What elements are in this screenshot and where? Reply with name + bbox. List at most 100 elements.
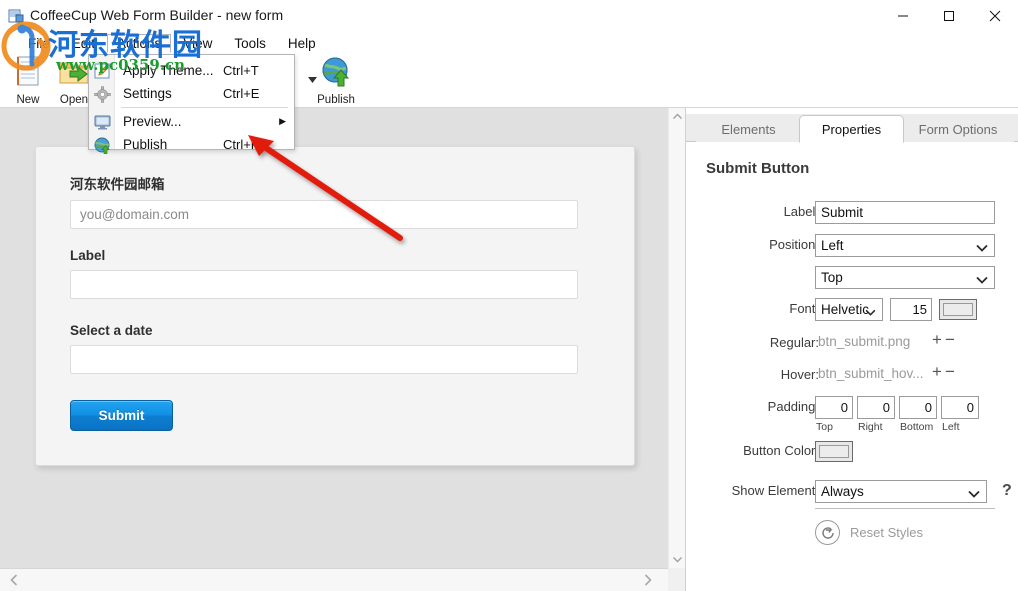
menu-tools[interactable]: Tools [224,34,276,53]
globe-publish-icon [320,56,352,93]
menu-item-settings[interactable]: Settings Ctrl+E [89,82,294,105]
property-row-padding: Padding: 0 Top 0 Right 0 Bottom 0 Left [686,396,1018,440]
vertical-position-select-value: Top [821,270,843,285]
form-submit-button[interactable]: Submit [70,400,173,431]
form-field-date-label: Select a date [70,323,153,338]
padding-right-input[interactable]: 0 [857,396,895,419]
tab-properties[interactable]: Properties [799,115,904,143]
window-controls [880,0,1018,32]
padding-bottom-input[interactable]: 0 [899,396,937,419]
minus-icon[interactable]: − [945,362,958,381]
form-field-label[interactable]: Label [70,248,578,299]
tab-form-options[interactable]: Form Options [902,116,1014,142]
plus-icon[interactable]: + [932,330,945,349]
menu-item-publish[interactable]: Publish Ctrl+P [89,133,294,156]
chevron-down-icon [865,303,876,320]
padding-caption: Padding: [767,399,819,414]
scroll-up-arrow-icon[interactable] [669,108,686,125]
toolbar-publish-button[interactable]: Publish [310,56,362,106]
regular-caption: Regular: [769,335,819,350]
menu-item-preview[interactable]: Preview... ▶ [89,110,294,133]
toolbar-new-button[interactable]: New [2,56,54,106]
plus-icon[interactable]: + [932,362,945,381]
font-size-input[interactable]: 15 [890,298,932,321]
canvas-horizontal-scrollbar[interactable] [0,568,668,591]
menu-view[interactable]: View [173,34,222,53]
reset-styles-button[interactable]: Reset Styles [815,520,923,545]
menu-item-apply-theme[interactable]: Apply Theme... Ctrl+T [89,59,294,82]
scroll-down-arrow-icon[interactable] [669,551,686,568]
globe-publish-icon [93,136,111,154]
open-folder-icon [58,56,90,93]
chevron-down-icon [976,271,988,292]
padding-bottom-caption: Bottom [900,421,934,433]
menu-item-settings-label: Settings [123,86,172,101]
tab-elements[interactable]: Elements [696,116,801,142]
form-field-label-input[interactable] [70,270,578,299]
form-field-date-input[interactable] [70,345,578,374]
padding-top-input[interactable]: 0 [815,396,853,419]
form-field-date[interactable]: Select a date [70,323,578,374]
show-element-value: Always [821,484,864,499]
button-color-swatch[interactable] [815,441,853,462]
chevron-down-icon [968,485,980,506]
scroll-left-arrow-icon[interactable] [4,569,24,591]
title-bar: CoffeeCup Web Form Builder - new form [0,0,1018,32]
panel-tabstrip: Elements Properties Form Options [686,114,1018,143]
panel-divider [815,508,995,509]
hover-caption: Hover: [780,367,819,382]
menu-edit[interactable]: Edit [62,34,105,53]
canvas-vertical-scrollbar[interactable] [668,108,685,568]
property-row-label: Label: Submit [686,201,1018,227]
menu-item-preview-label: Preview... [123,114,182,129]
new-document-icon [13,56,43,93]
menu-item-apply-theme-accel: Ctrl+T [223,63,259,78]
padding-left-input[interactable]: 0 [941,396,979,419]
form-field-email[interactable]: 河东软件园邮箱 you@domain.com [70,173,578,229]
show-element-select[interactable]: Always [815,480,987,503]
menu-bar: File Edit Actions View Tools Help [0,32,1018,54]
maximize-button[interactable] [926,0,972,32]
property-row-vertical-position: Top [686,266,1018,292]
menu-file[interactable]: File [18,34,60,53]
property-row-show-element: Show Element: Always ? [686,480,1018,506]
padding-right-caption: Right [858,421,883,433]
application-window: CoffeeCup Web Form Builder - new form Fi… [0,0,1018,591]
scrollbar-corner [668,568,685,591]
hover-add-remove-icons[interactable]: +− [932,362,958,382]
font-color-swatch-inner [943,303,973,316]
scroll-right-arrow-icon[interactable] [638,569,658,591]
minus-icon[interactable]: − [945,330,958,349]
menu-help[interactable]: Help [278,34,326,53]
close-button[interactable] [972,0,1018,32]
form-canvas[interactable]: 河东软件园邮箱 you@domain.com Label Select a da… [0,108,668,568]
menu-actions[interactable]: Actions [107,33,172,53]
chevron-down-icon [976,239,988,260]
minimize-button[interactable] [880,0,926,32]
toolbar-open-label: Open [59,94,89,106]
property-row-hover: Hover: btn_submit_hov... +− [686,362,1018,390]
gear-icon [93,85,111,103]
monitor-preview-icon [93,113,111,131]
position-select[interactable]: Left [815,234,995,257]
button-color-caption: Button Color: [743,443,819,458]
pencil-theme-icon [93,62,111,80]
vertical-position-select[interactable]: Top [815,266,995,289]
regular-add-remove-icons[interactable]: +− [932,330,958,350]
regular-value: btn_submit.png [818,334,911,349]
font-family-select[interactable]: Helvetic [815,298,883,321]
font-color-swatch[interactable] [939,299,977,320]
window-title: CoffeeCup Web Form Builder - new form [30,7,284,23]
panel-title: Submit Button [706,160,810,177]
label-input[interactable]: Submit [815,201,995,224]
menu-separator [121,107,288,108]
reset-styles-label: Reset Styles [850,525,923,540]
help-icon[interactable]: ? [1002,482,1012,500]
padding-top-caption: Top [816,421,833,433]
show-element-caption: Show Element: [731,483,819,498]
padding-left-caption: Left [942,421,960,433]
form-field-email-input[interactable]: you@domain.com [70,200,578,229]
menu-item-publish-accel: Ctrl+P [223,137,260,152]
property-row-regular: Regular: btn_submit.png +− [686,330,1018,358]
position-caption: Position: [769,237,819,252]
